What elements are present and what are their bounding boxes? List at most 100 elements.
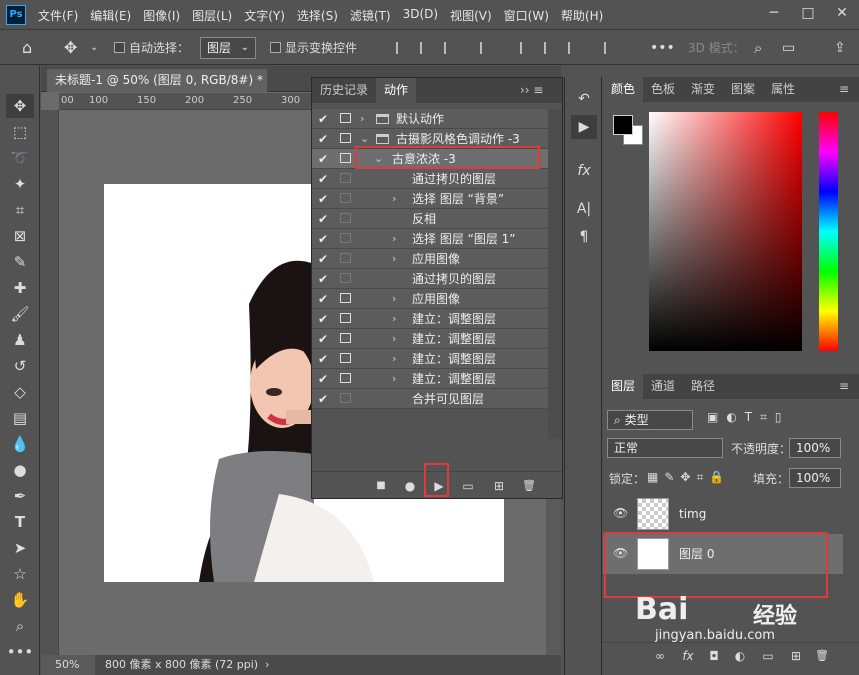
eyedropper-icon[interactable]: ✎ [6, 250, 34, 274]
adjustment-icon[interactable]: ◐ [731, 647, 749, 665]
action-row[interactable]: ✔ › 建立：调整图层 [312, 309, 548, 329]
check-icon[interactable]: ✔ [318, 229, 330, 249]
link-icon[interactable]: ∞ [651, 647, 669, 665]
align-right-icon[interactable] [444, 42, 458, 54]
menu-select[interactable]: 选择(S) [297, 7, 338, 24]
dialog-toggle-icon[interactable] [340, 253, 351, 263]
align-center-icon[interactable] [420, 42, 434, 54]
check-icon[interactable]: ✔ [318, 309, 330, 329]
tab-color[interactable]: 颜色 [603, 77, 644, 102]
tab-properties[interactable]: 属性 [763, 77, 803, 102]
dialog-toggle-icon[interactable] [340, 273, 351, 283]
check-icon[interactable]: ✔ [318, 349, 330, 369]
marquee-tool-icon[interactable]: ⬚ [6, 120, 34, 144]
check-icon[interactable]: ✔ [318, 209, 330, 229]
dialog-toggle-icon[interactable] [340, 153, 351, 163]
blur-tool-icon[interactable]: 💧 [6, 432, 34, 456]
crop-tool-icon[interactable]: ⌗ [6, 198, 34, 222]
stop-icon[interactable]: ■ [372, 477, 390, 495]
action-row[interactable]: ✔ › 建立：调整图层 [312, 349, 548, 369]
dialog-toggle-icon[interactable] [340, 293, 351, 303]
fx-icon[interactable]: fx [679, 647, 697, 665]
new-layer-icon[interactable]: ⊞ [787, 647, 805, 665]
check-icon[interactable]: ✔ [318, 189, 330, 209]
action-row[interactable]: ✔ › 建立：调整图层 [312, 369, 548, 389]
actions-scrollbar[interactable] [548, 109, 562, 439]
distribute-icon[interactable] [480, 42, 494, 54]
dialog-toggle-icon[interactable] [340, 313, 351, 323]
layer-row-timg[interactable]: 👁 timg [603, 494, 843, 534]
action-row[interactable]: ✔ 合并可见图层 [312, 389, 548, 409]
menu-view[interactable]: 视图(V) [450, 7, 492, 24]
history-brush-icon[interactable]: ↺ [6, 354, 34, 378]
menu-file[interactable]: 文件(F) [38, 7, 78, 24]
chevron-right-icon[interactable]: › [392, 229, 396, 249]
menu-filter[interactable]: 滤镜(T) [350, 7, 391, 24]
search-icon[interactable]: ⌕ [754, 31, 762, 65]
action-row[interactable]: ✔ › 选择 图层 “图层 1” [312, 229, 548, 249]
layer-filter-dropdown[interactable]: ⌕ 类型 [607, 410, 693, 430]
hue-slider[interactable] [819, 112, 838, 351]
foreground-color-swatch[interactable] [613, 115, 633, 135]
chevron-right-icon[interactable]: › [392, 349, 396, 369]
check-icon[interactable]: ✔ [318, 389, 330, 409]
action-row[interactable]: ✔ › 建立：调整图层 [312, 329, 548, 349]
stamp-tool-icon[interactable]: ♟ [6, 328, 34, 352]
action-row[interactable]: ✔ › 应用图像 [312, 249, 548, 269]
tab-paths[interactable]: 路径 [683, 374, 723, 399]
align-top-icon[interactable] [520, 42, 534, 54]
type-tool-icon[interactable]: T [6, 510, 34, 534]
blend-mode-dropdown[interactable]: 正常 [607, 438, 723, 458]
chevron-right-icon[interactable]: › [392, 289, 396, 309]
show-transform-checkbox[interactable]: 显示变换控件 [270, 31, 357, 65]
opacity-input[interactable]: 100% [789, 438, 841, 458]
character-icon[interactable]: A| [571, 197, 597, 221]
eye-icon[interactable]: 👁 [613, 506, 628, 520]
chevron-right-icon[interactable]: › [392, 329, 396, 349]
move-tool-icon[interactable]: ✥ [64, 31, 77, 65]
filter-icons[interactable]: ▣◐T⌗▯ [707, 410, 790, 425]
fill-input[interactable]: 100% [789, 468, 841, 488]
zoom-level[interactable]: 50% [41, 655, 95, 675]
action-row[interactable]: ✔ 通过拷贝的图层 [312, 169, 548, 189]
dodge-tool-icon[interactable]: ● [6, 458, 34, 482]
action-row[interactable]: ✔ 反相 [312, 209, 548, 229]
menu-image[interactable]: 图像(I) [143, 7, 180, 24]
tab-patterns[interactable]: 图案 [723, 77, 763, 102]
dialog-toggle-icon[interactable] [340, 393, 351, 403]
magic-wand-icon[interactable]: ✦ [6, 172, 34, 196]
share-icon[interactable]: ⇪ [834, 31, 846, 65]
panel-menu-icon[interactable]: ≡ [831, 374, 857, 399]
styles-icon[interactable]: fx [571, 159, 597, 183]
align-bottom-icon[interactable] [568, 42, 582, 54]
color-field[interactable] [649, 112, 802, 351]
actions-icon[interactable]: ▶ [571, 115, 597, 139]
document-tab[interactable]: 未标题-1 @ 50% (图层 0, RGB/8#) * × [47, 69, 267, 109]
info-arrow-icon[interactable]: › [265, 655, 269, 675]
menu-window[interactable]: 窗口(W) [504, 7, 549, 24]
menu-edit[interactable]: 编辑(E) [90, 7, 131, 24]
more-icon[interactable]: ••• [650, 31, 675, 65]
action-row[interactable]: ✔ › 默认动作 [312, 109, 548, 129]
auto-select-dropdown[interactable]: 图层 ⌄ [200, 37, 256, 59]
dialog-toggle-icon[interactable] [340, 193, 351, 203]
tab-gradients[interactable]: 渐变 [683, 77, 723, 102]
action-row[interactable]: ✔ 通过拷贝的图层 [312, 269, 548, 289]
lock-icons[interactable]: ▦✎✥⌗🔒 [647, 470, 730, 485]
tab-actions[interactable]: 动作 [376, 78, 417, 103]
align-middle-icon[interactable] [544, 42, 558, 54]
align-left-icon[interactable] [396, 42, 410, 54]
history-icon[interactable]: ↶ [571, 87, 597, 111]
menu-3d[interactable]: 3D(D) [403, 7, 438, 24]
menu-layer[interactable]: 图层(L) [192, 7, 232, 24]
zoom-tool-icon[interactable]: ⌕ [6, 614, 34, 638]
dialog-toggle-icon[interactable] [340, 333, 351, 343]
tab-swatches[interactable]: 色板 [643, 77, 683, 102]
mask-icon[interactable]: ◘ [705, 647, 723, 665]
pen-tool-icon[interactable]: ✒ [6, 484, 34, 508]
group-icon[interactable]: ▭ [759, 647, 777, 665]
move-tool-icon[interactable]: ✥ [6, 94, 34, 118]
eraser-tool-icon[interactable]: ◇ [6, 380, 34, 404]
check-icon[interactable]: ✔ [318, 289, 330, 309]
menu-help[interactable]: 帮助(H) [561, 7, 603, 24]
